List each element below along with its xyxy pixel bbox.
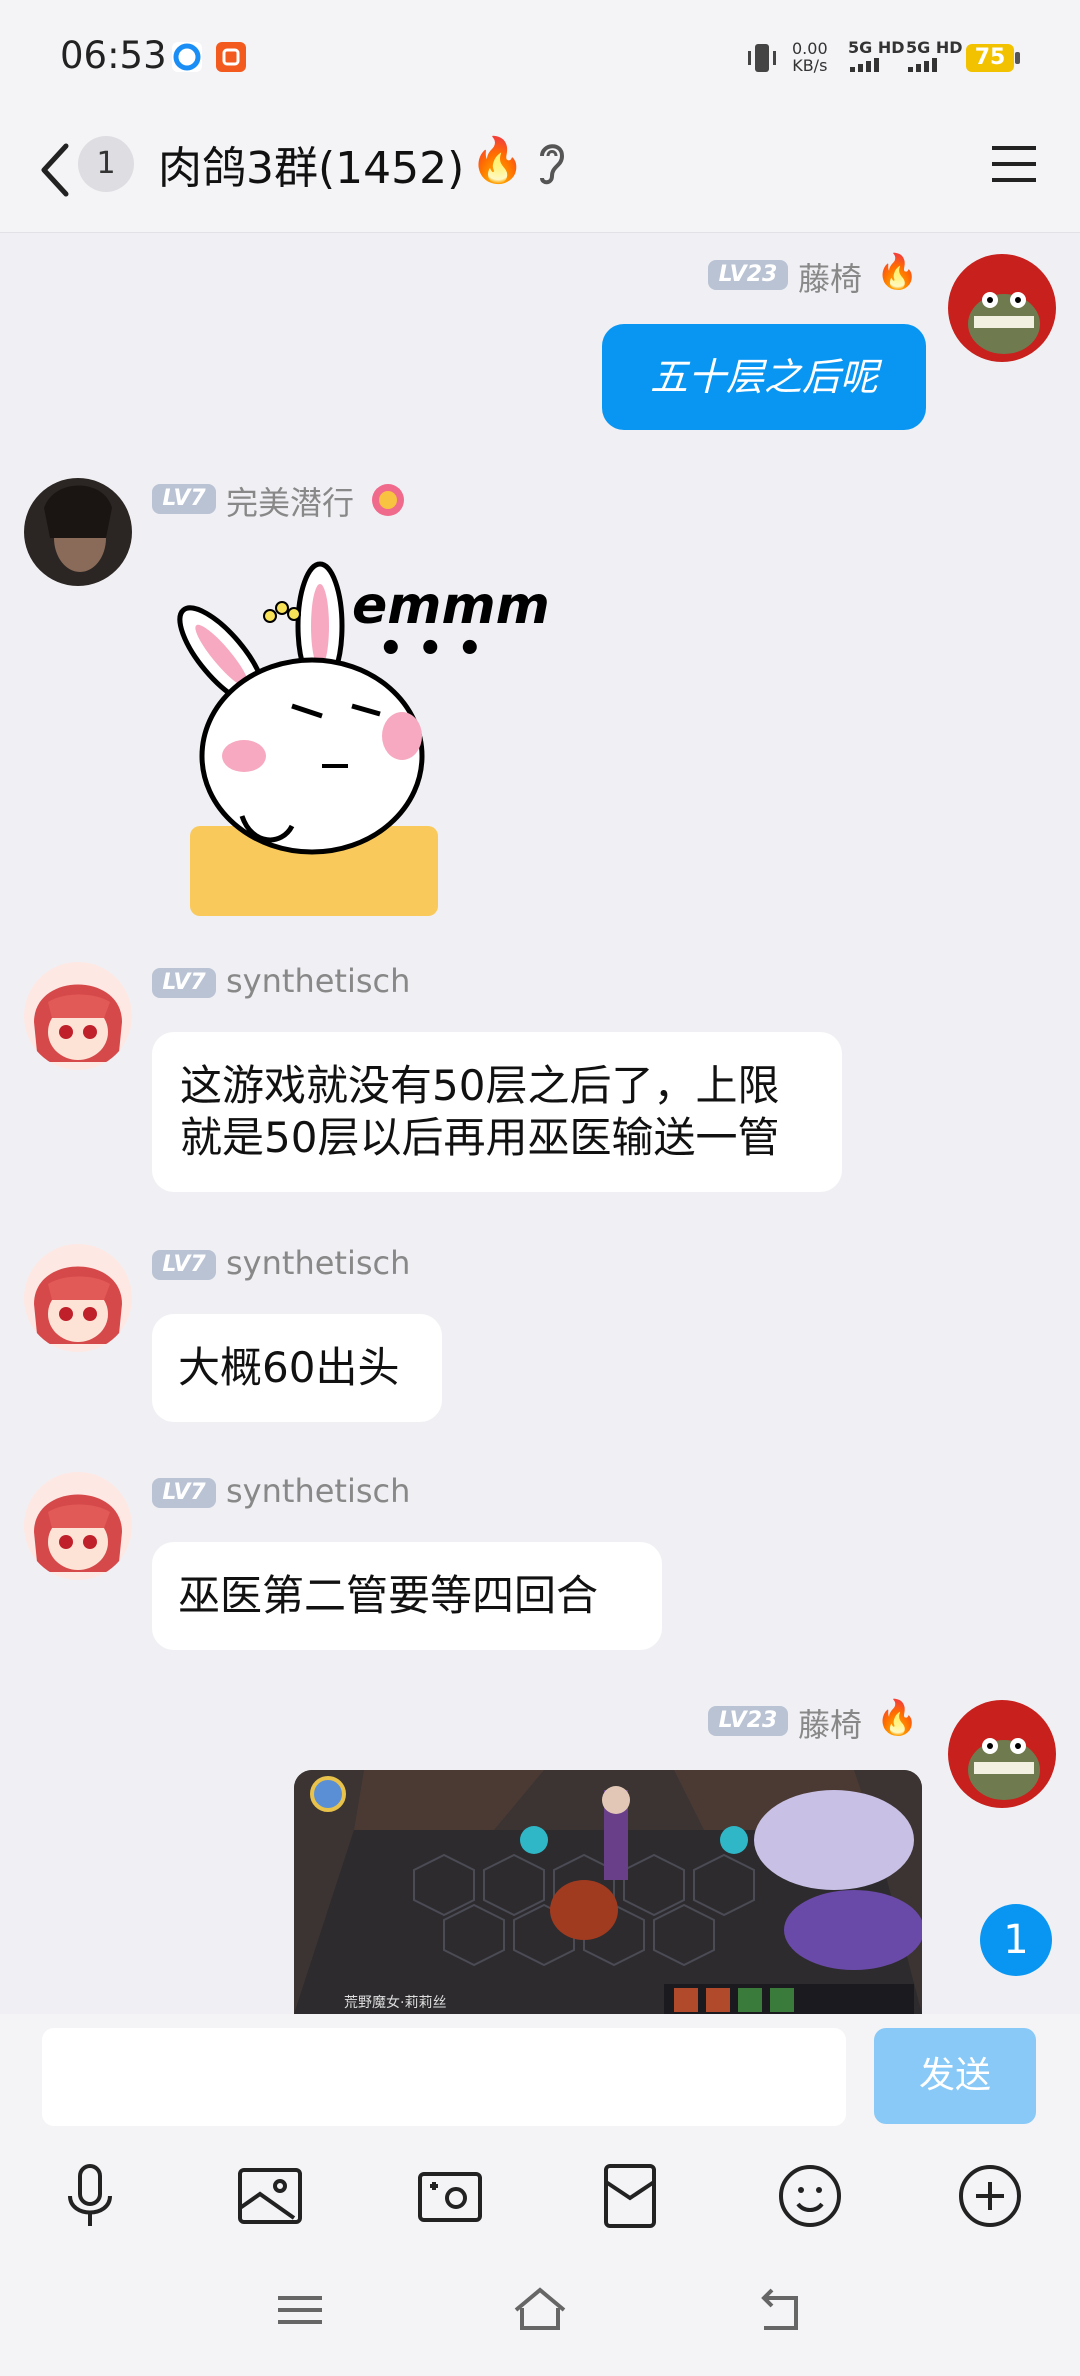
sender-name[interactable]: 藤椅: [798, 254, 862, 300]
signal-2: 5G HD: [906, 38, 963, 76]
back-icon[interactable]: [36, 140, 76, 200]
sender-name[interactable]: synthetisch: [226, 1244, 410, 1282]
level-badge: LV7: [152, 1478, 216, 1508]
fire-icon: 🔥: [876, 1698, 919, 1738]
level-badge: LV7: [152, 968, 216, 998]
sticker-dots: • • •: [378, 626, 483, 672]
red-packet-icon[interactable]: [594, 2160, 666, 2232]
message-bubble[interactable]: 这游戏就没有50层之后了，上限就是50层以后再用巫医输送一管: [152, 1032, 842, 1192]
send-button[interactable]: 发送: [874, 2028, 1036, 2124]
avatar[interactable]: [24, 478, 132, 586]
avatar[interactable]: [24, 962, 132, 1070]
message-text: 大概60出头: [178, 1343, 400, 1392]
menu-nav-icon[interactable]: [270, 2280, 330, 2340]
back-nav-icon[interactable]: [750, 2280, 810, 2340]
avatar[interactable]: [948, 254, 1056, 362]
level-badge: LV23: [708, 260, 788, 290]
sender-name[interactable]: synthetisch: [226, 1472, 410, 1510]
camera-icon[interactable]: [414, 2160, 486, 2232]
new-message-badge[interactable]: 1: [980, 1904, 1052, 1976]
status-time: 06:53: [60, 34, 167, 77]
sender-name[interactable]: 完美潜行: [226, 478, 354, 524]
plus-icon[interactable]: [954, 2160, 1026, 2232]
level-badge: LV7: [152, 1250, 216, 1280]
message-bubble[interactable]: 五十层之后呢: [602, 324, 926, 430]
home-nav-icon[interactable]: [510, 2280, 570, 2340]
message-input[interactable]: [42, 2028, 846, 2126]
message-text: 巫医第二管要等四回合: [178, 1571, 599, 1620]
sticker-image[interactable]: emmm • • •: [152, 556, 550, 916]
battery-indicator: 75: [966, 44, 1014, 72]
battery-tip: [1015, 52, 1020, 64]
game-screenshot-image[interactable]: 荒野魔女·莉莉丝: [294, 1770, 922, 2014]
avatar[interactable]: [948, 1700, 1056, 1808]
level-badge: LV23: [708, 1706, 788, 1736]
message-bubble[interactable]: 巫医第二管要等四回合: [152, 1542, 662, 1650]
menu-icon[interactable]: [990, 142, 1038, 186]
message-text: 这游戏就没有50层之后了，上限就是50层以后再用巫医输送一管: [180, 1061, 780, 1162]
microphone-icon[interactable]: [54, 2160, 126, 2232]
sender-name[interactable]: 藤椅: [798, 1700, 862, 1746]
image-caption: 荒野魔女·莉莉丝: [344, 1995, 447, 2011]
unread-count-badge[interactable]: 1: [78, 136, 134, 192]
fire-icon: 🔥: [470, 135, 525, 186]
emoji-icon[interactable]: [774, 2160, 846, 2232]
network-speed: 0.00 KB/s: [792, 39, 828, 75]
fire-icon: 🔥: [876, 252, 919, 292]
signal-1: 5G HD: [848, 38, 905, 76]
avatar[interactable]: [24, 1472, 132, 1580]
page-title[interactable]: 肉鸽3群(1452): [158, 132, 464, 196]
message-text: 五十层之后呢: [649, 355, 878, 399]
ear-icon[interactable]: [534, 138, 568, 188]
image-icon[interactable]: [234, 2160, 306, 2232]
sender-name[interactable]: synthetisch: [226, 962, 410, 1000]
avatar[interactable]: [24, 1244, 132, 1352]
level-badge: LV7: [152, 484, 216, 514]
message-bubble[interactable]: 大概60出头: [152, 1314, 442, 1422]
vibrate-icon: [744, 42, 780, 74]
app-notification-icon: [216, 42, 246, 72]
flower-badge-icon: [370, 482, 406, 518]
browser-app-icon: [172, 42, 202, 72]
